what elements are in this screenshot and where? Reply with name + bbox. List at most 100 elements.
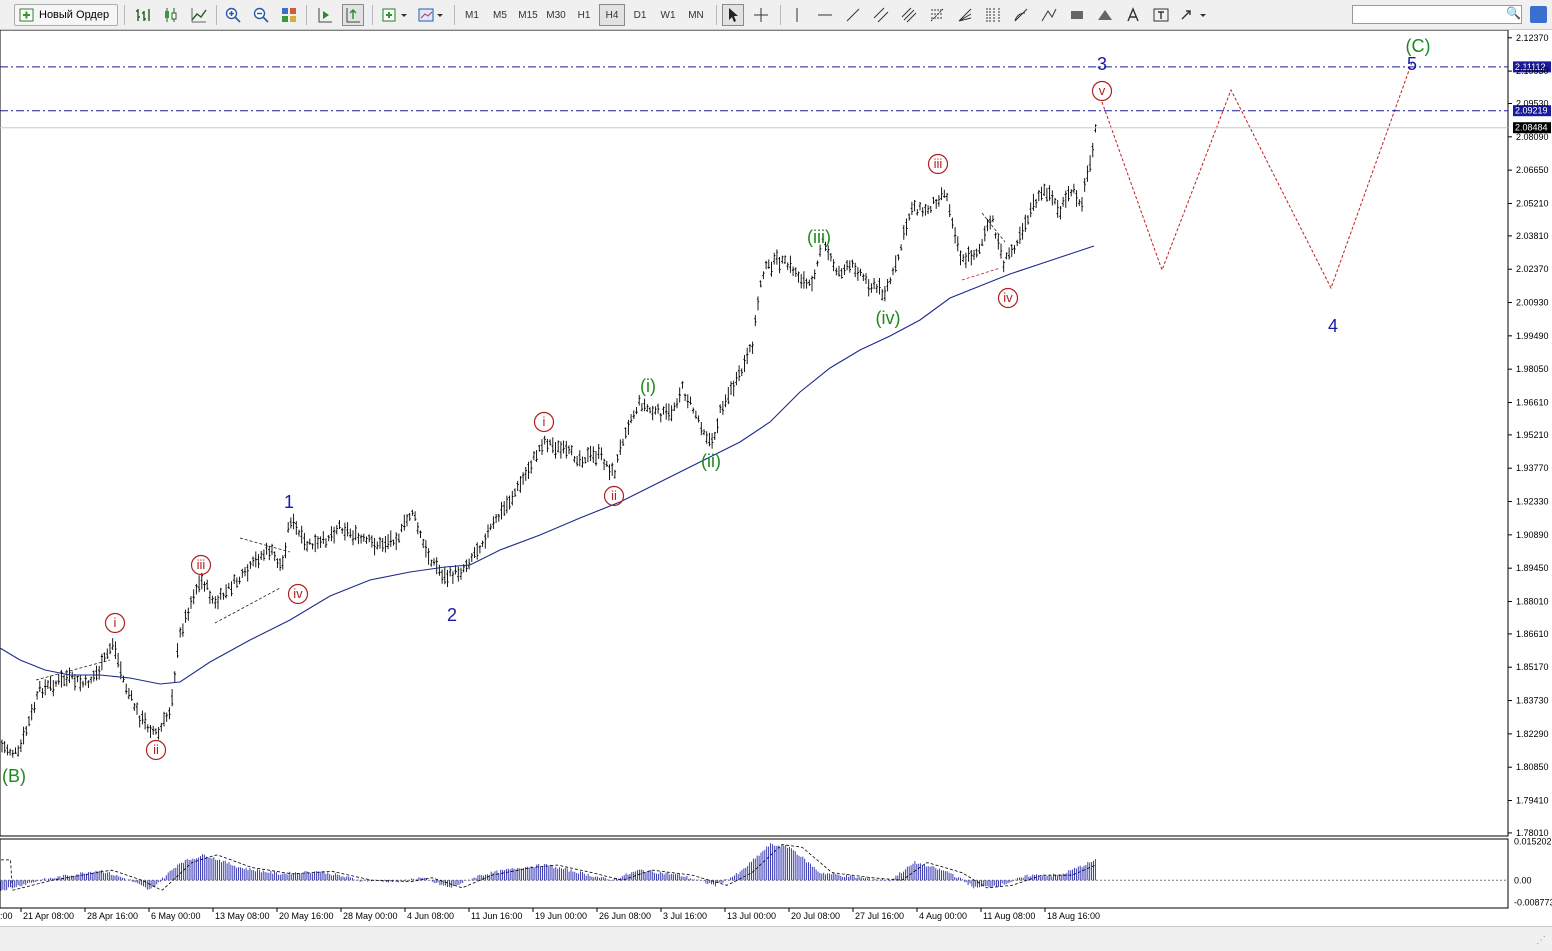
templates-dropdown-icon[interactable] — [416, 4, 446, 26]
text-label-icon[interactable] — [1150, 4, 1172, 26]
wave-label-red-v-b: v — [1099, 83, 1106, 98]
wave-label-3: 3 — [1097, 54, 1107, 74]
toolbar-separator — [716, 5, 717, 25]
x-tick-label-partial: :00 — [0, 911, 13, 921]
text-icon[interactable] — [1122, 4, 1144, 26]
y-tick-label: 1.92330 — [1516, 497, 1549, 507]
rectangle-icon[interactable] — [1066, 4, 1088, 26]
wave-label-green-iii: (iii) — [807, 227, 831, 247]
community-icon[interactable] — [1530, 6, 1547, 23]
wave-label-C-major: (C) — [1406, 36, 1431, 56]
search-input[interactable] — [1352, 5, 1522, 24]
x-tick-label: 28 May 00:00 — [343, 911, 398, 921]
x-tick-label: 20 Jul 08:00 — [791, 911, 840, 921]
price-chart[interactable]: 2.111122.092192.08484 2.123702.109302.09… — [0, 30, 1552, 926]
line-chart-icon[interactable] — [188, 4, 210, 26]
wave-label-4: 4 — [1328, 316, 1338, 336]
tile-windows-icon[interactable] — [278, 4, 300, 26]
oscillator-tick-label: -0.008773 — [1514, 898, 1552, 908]
y-tick-label: 2.00930 — [1516, 298, 1549, 308]
x-tick-label: 13 Jul 00:00 — [727, 911, 776, 921]
timeframe-m1[interactable]: M1 — [459, 4, 485, 26]
indicators-dropdown-icon[interactable] — [380, 4, 410, 26]
new-order-label: Новый Ордер — [39, 9, 110, 21]
wave-label-5: 5 — [1407, 54, 1417, 74]
crosshair-icon[interactable] — [750, 4, 772, 26]
fibo-expansion-icon[interactable] — [1038, 4, 1060, 26]
timeframe-m30[interactable]: M30 — [543, 4, 569, 26]
timeframe-d1[interactable]: D1 — [627, 4, 653, 26]
y-tick-label: 1.89450 — [1516, 563, 1549, 573]
search-icon[interactable]: 🔍 — [1506, 6, 1521, 20]
wave-label-red-iii-b: iii — [934, 156, 943, 171]
y-tick-label: 1.93770 — [1516, 463, 1549, 473]
timeframe-h1[interactable]: H1 — [571, 4, 597, 26]
oscillator-panel-frame — [0, 838, 1509, 909]
candlestick-icon[interactable] — [160, 4, 182, 26]
y-tick-label: 1.86610 — [1516, 629, 1549, 639]
y-tick-label: 1.80850 — [1516, 762, 1549, 772]
fibo-channel-icon[interactable] — [898, 4, 920, 26]
oscillator-tick-label: 0.00 — [1514, 875, 1532, 885]
wave-label-red-ii-b: ii — [611, 488, 617, 503]
x-tick-label: 13 May 08:00 — [215, 911, 270, 921]
x-tick-label: 6 May 00:00 — [151, 911, 201, 921]
x-tick-label: 11 Aug 08:00 — [983, 911, 1035, 921]
timeframe-mn[interactable]: MN — [683, 4, 709, 26]
chart-shift-icon[interactable] — [314, 4, 336, 26]
fibo-fan-icon[interactable] — [954, 4, 976, 26]
new-order-icon — [19, 8, 34, 22]
wave-label-green-ii: (ii) — [701, 451, 721, 471]
x-tick-label: 3 Jul 16:00 — [663, 911, 707, 921]
x-tick-label: 4 Jun 08:00 — [407, 911, 454, 921]
trendline-icon[interactable] — [842, 4, 864, 26]
wave-label-2: 2 — [447, 605, 457, 625]
x-tick-label: 21 Apr 08:00 — [23, 911, 74, 921]
wave-label-red-ii-a: ii — [153, 742, 159, 757]
time-axis: :00 21 Apr 08:00 28 Apr 16:00 6 May 00:00 13… — [0, 908, 1100, 921]
x-tick-label: 11 Jun 16:00 — [471, 911, 522, 921]
y-tick-label: 1.82290 — [1516, 729, 1549, 739]
fibo-time-zones-icon[interactable] — [982, 4, 1004, 26]
price-axis: 2.12370 2.10930 2.09530 2.08090 2.06650 2.052… — [1508, 33, 1552, 908]
timeframe-h4[interactable]: H4 — [599, 4, 625, 26]
arrows-dropdown-icon[interactable] — [1178, 4, 1210, 26]
fibo-arcs-icon[interactable] — [1010, 4, 1032, 26]
y-tick-label: 1.88010 — [1516, 597, 1549, 607]
triangle-icon[interactable] — [1094, 4, 1116, 26]
vertical-line-icon[interactable] — [786, 4, 808, 26]
toolbar-separator — [780, 5, 781, 25]
fibo-retracement-icon[interactable] — [926, 4, 948, 26]
y-tick-label: 1.96610 — [1516, 397, 1549, 407]
toolbar-separator — [372, 5, 373, 25]
y-tick-label: 1.98050 — [1516, 364, 1549, 374]
main-toolbar: Новый Ордер M1 M5 M15 M30 H1 H4 D1 W1 MN 🔍 — [0, 0, 1552, 30]
x-tick-label: 18 Aug 16:00 — [1047, 911, 1100, 921]
timeframe-m5[interactable]: M5 — [487, 4, 513, 26]
horizontal-line-icon[interactable] — [814, 4, 836, 26]
wave-label-red-iii-a: iii — [197, 557, 206, 572]
bar-chart-icon[interactable] — [132, 4, 154, 26]
status-bar: ⋰ — [0, 926, 1552, 951]
timeframe-m15[interactable]: M15 — [515, 4, 541, 26]
new-order-button[interactable]: Новый Ордер — [14, 4, 118, 26]
zoom-in-icon[interactable] — [222, 4, 244, 26]
wave-label-B-major: (B) — [2, 766, 26, 786]
equidistant-channel-icon[interactable] — [870, 4, 892, 26]
oscillator-tick-label: 0.015202 — [1514, 837, 1552, 847]
wave-label-red-iv-b: iv — [1003, 290, 1013, 305]
x-tick-label: 26 Jun 08:00 — [599, 911, 651, 921]
autoscroll-icon[interactable] — [342, 4, 364, 26]
zoom-out-icon[interactable] — [250, 4, 272, 26]
wave-label-green-iv: (iv) — [876, 308, 901, 328]
y-tick-label: 1.83730 — [1516, 696, 1549, 706]
toolbar-separator — [306, 5, 307, 25]
resize-grip-icon[interactable]: ⋰ — [1536, 935, 1548, 947]
cursor-icon[interactable] — [722, 4, 744, 26]
wave-label-1: 1 — [284, 492, 294, 512]
y-tick-label: 2.06650 — [1516, 165, 1549, 175]
x-tick-label: 27 Jul 16:00 — [855, 911, 904, 921]
timeframe-w1[interactable]: W1 — [655, 4, 681, 26]
wave-label-red-iv-a: iv — [293, 586, 303, 601]
x-tick-label: 28 Apr 16:00 — [87, 911, 138, 921]
